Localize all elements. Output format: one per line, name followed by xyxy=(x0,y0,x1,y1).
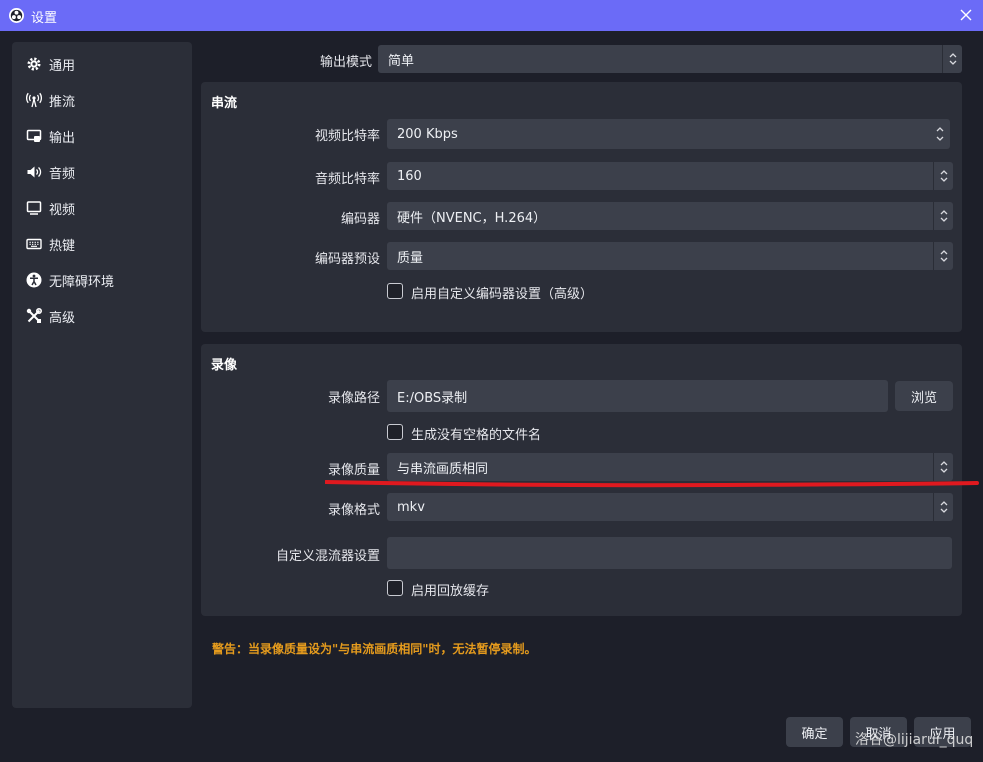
antenna-icon xyxy=(26,92,42,108)
encoder-value: 硬件（NVENC，H.264） xyxy=(397,210,547,226)
gear-icon xyxy=(26,56,42,72)
encoder-preset-label: 编码器预设 xyxy=(314,252,380,267)
sidebar-item-general[interactable]: 通用 xyxy=(12,49,192,79)
sidebar-item-label: 通用 xyxy=(49,58,76,74)
browse-button[interactable]: 浏览 xyxy=(895,381,953,411)
streaming-group-title: 串流 xyxy=(211,96,238,111)
recording-path-label: 录像路径 xyxy=(327,391,380,406)
sidebar-item-stream[interactable]: 推流 xyxy=(12,85,192,115)
no-space-filename-checkbox[interactable] xyxy=(387,424,403,440)
encoder-label: 编码器 xyxy=(340,212,380,227)
sidebar-item-label: 视频 xyxy=(49,202,76,218)
recording-quality-label: 录像质量 xyxy=(327,463,380,478)
sidebar-item-label: 高级 xyxy=(49,310,76,326)
updown-chevron-icon xyxy=(942,45,962,73)
sidebar-item-label: 无障碍环境 xyxy=(49,274,115,290)
speaker-icon xyxy=(26,164,42,180)
output-mode-value: 简单 xyxy=(388,53,415,69)
output-mode-label: 输出模式 xyxy=(319,55,372,70)
sidebar-item-hotkeys[interactable]: 热键 xyxy=(12,229,192,259)
output-mode-select[interactable]: 简单 xyxy=(378,45,962,73)
sidebar-item-accessibility[interactable]: 无障碍环境 xyxy=(12,265,192,295)
recording-format-select[interactable]: mkv xyxy=(387,493,953,521)
obs-logo-icon xyxy=(9,8,24,23)
replay-buffer-checkbox-label: 启用回放缓存 xyxy=(411,584,490,599)
updown-chevron-icon xyxy=(933,242,953,270)
video-bitrate-spinbox[interactable]: 200 Kbps xyxy=(387,119,950,149)
replay-buffer-checkbox[interactable] xyxy=(387,580,403,596)
video-bitrate-value: 200 Kbps xyxy=(397,126,458,142)
encoder-preset-value: 质量 xyxy=(397,250,424,266)
red-underline-annotation xyxy=(325,480,979,488)
custom-encoder-checkbox[interactable] xyxy=(387,283,403,299)
updown-chevron-icon xyxy=(933,493,953,521)
custom-muxer-label: 自定义混流器设置 xyxy=(275,549,380,564)
audio-bitrate-select[interactable]: 160 xyxy=(387,162,953,190)
settings-sidebar: 通用 推流 输出 音频 视频 热键 无障碍环境 高级 xyxy=(12,42,192,708)
no-space-filename-checkbox-label: 生成没有空格的文件名 xyxy=(411,428,542,443)
sidebar-item-label: 热键 xyxy=(49,238,76,254)
recording-format-value: mkv xyxy=(397,499,425,515)
updown-chevron-icon xyxy=(933,162,953,190)
tools-icon xyxy=(26,308,42,324)
updown-chevron-icon xyxy=(933,202,953,230)
sidebar-item-video[interactable]: 视频 xyxy=(12,193,192,223)
sidebar-item-advanced[interactable]: 高级 xyxy=(12,301,192,331)
recording-group-title: 录像 xyxy=(211,358,238,373)
recording-path-input[interactable]: E:/OBS录制 xyxy=(387,380,888,412)
output-icon xyxy=(26,128,42,144)
window-title: 设置 xyxy=(31,11,58,26)
audio-bitrate-value: 160 xyxy=(397,168,422,184)
keyboard-icon xyxy=(26,236,42,252)
close-icon[interactable] xyxy=(957,6,975,24)
recording-quality-value: 与串流画质相同 xyxy=(397,461,489,477)
sidebar-item-label: 音频 xyxy=(49,166,76,182)
sidebar-item-audio[interactable]: 音频 xyxy=(12,157,192,187)
ok-button[interactable]: 确定 xyxy=(786,717,843,747)
sidebar-item-output[interactable]: 输出 xyxy=(12,121,192,151)
custom-muxer-input[interactable] xyxy=(387,537,952,569)
watermark-text: 洛谷@lijiarui_quq xyxy=(855,732,974,748)
sidebar-item-label: 输出 xyxy=(49,130,76,146)
audio-bitrate-label: 音频比特率 xyxy=(314,172,380,187)
monitor-icon xyxy=(26,200,42,216)
recording-path-value: E:/OBS录制 xyxy=(397,390,468,406)
updown-arrow-icon[interactable] xyxy=(930,119,950,149)
title-bar: 设置 xyxy=(0,0,983,31)
recording-format-label: 录像格式 xyxy=(327,503,380,518)
sidebar-item-label: 推流 xyxy=(49,94,76,110)
custom-encoder-checkbox-label: 启用自定义编码器设置（高级） xyxy=(411,287,594,302)
encoder-preset-select[interactable]: 质量 xyxy=(387,242,953,270)
accessibility-icon xyxy=(26,272,42,288)
warning-text: 警告：当录像质量设为"与串流画质相同"时，无法暂停录制。 xyxy=(212,642,537,656)
encoder-select[interactable]: 硬件（NVENC，H.264） xyxy=(387,202,953,230)
video-bitrate-label: 视频比特率 xyxy=(314,129,380,144)
